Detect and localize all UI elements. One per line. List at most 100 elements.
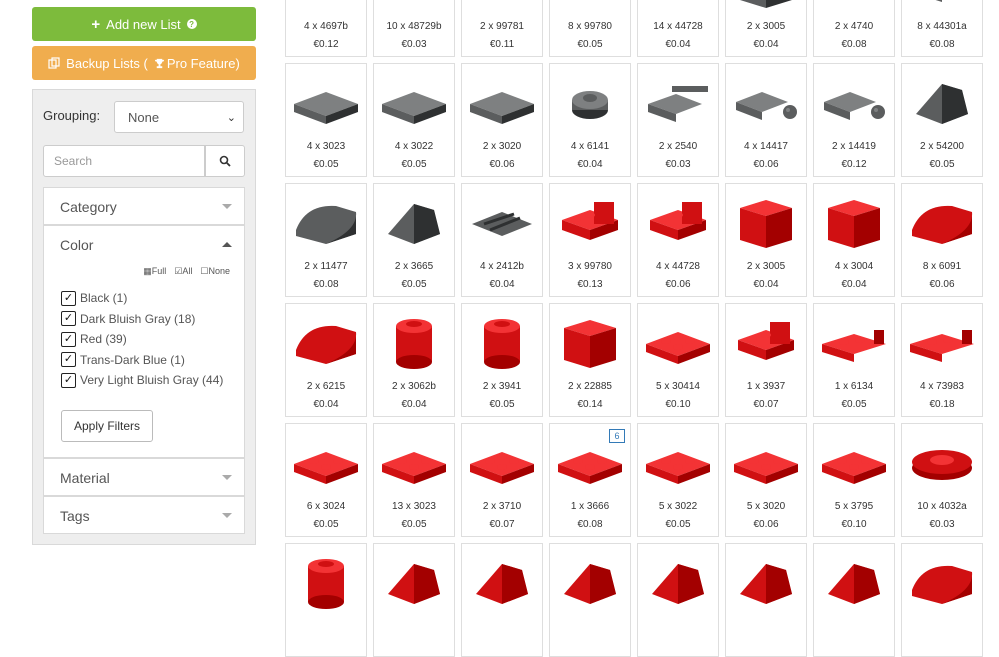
category-facet-header[interactable]: Category (44, 188, 244, 226)
part-card[interactable]: 4 x 6141 €0.04 (549, 63, 631, 177)
part-card[interactable]: 1 x 6134 €0.05 (813, 303, 895, 417)
checkbox[interactable]: ✓ (61, 290, 76, 306)
select-none-label: None (208, 266, 230, 276)
part-card[interactable]: 1 x 3937 €0.07 (725, 303, 807, 417)
tags-facet-header[interactable]: Tags (44, 497, 244, 535)
color-filter-list: ✓ Black (1) ✓ Dark Bluish Gray (18) ✓ Red (… (61, 288, 223, 391)
part-card[interactable]: 2 x 3005 €0.04 (725, 183, 807, 297)
color-option-trans-dark-blue[interactable]: ✓ Trans-Dark Blue (1) (61, 350, 223, 371)
part-quantity: 5 x 30414 (656, 381, 700, 392)
part-card[interactable]: 4 x 3004 €0.04 (813, 183, 895, 297)
part-quantity: 2 x 3005 (746, 21, 786, 32)
part-card[interactable]: 4 x 3023 €0.05 (285, 63, 367, 177)
part-card[interactable]: 4 x 73983 €0.18 (901, 303, 983, 417)
part-card[interactable] (373, 543, 455, 657)
checkbox[interactable]: ✓ (61, 311, 76, 327)
part-quantity: 4 x 3004 (834, 261, 874, 272)
search-input[interactable]: Search (43, 145, 205, 177)
part-card[interactable]: 1 x 3666 €0.08 6 (549, 423, 631, 537)
part-card[interactable]: 2 x 99781 €0.11 (461, 0, 543, 57)
part-card[interactable]: 4 x 44728 €0.06 (637, 183, 719, 297)
grouping-select[interactable]: None ⌄ (114, 101, 244, 133)
part-image (648, 86, 708, 122)
part-card[interactable] (901, 543, 983, 657)
part-price: €0.05 (401, 279, 427, 290)
chevron-down-icon: ⌄ (226, 112, 236, 124)
part-card[interactable] (461, 543, 543, 657)
part-card[interactable]: 4 x 4697b €0.12 (285, 0, 367, 57)
part-image (740, 200, 792, 248)
checkbox[interactable]: ✓ (61, 352, 76, 368)
part-card[interactable] (637, 543, 719, 657)
select-none-button[interactable]: ☐None (200, 266, 230, 277)
part-card[interactable]: 10 x 48729b €0.03 (373, 0, 455, 57)
trophy-icon (154, 58, 164, 68)
select-full-button[interactable]: ▦Full (143, 266, 166, 277)
part-card[interactable]: 5 x 3022 €0.05 (637, 423, 719, 537)
part-card[interactable]: 4 x 2412b €0.04 (461, 183, 543, 297)
part-card[interactable]: 2 x 3941 €0.05 (461, 303, 543, 417)
part-quantity: 2 x 4740 (834, 21, 874, 32)
part-price: €0.05 (313, 519, 339, 530)
part-count-badge: 6 (609, 429, 625, 443)
part-card[interactable]: 5 x 3795 €0.10 (813, 423, 895, 537)
part-quantity: 10 x 48729b (386, 21, 442, 32)
part-card[interactable] (813, 543, 895, 657)
tags-facet[interactable]: Tags (43, 496, 245, 534)
backup-lists-button[interactable]: Backup Lists ( Pro Feature) (32, 46, 256, 80)
part-card[interactable]: 2 x 2540 €0.03 (637, 63, 719, 177)
plus-icon: + (91, 15, 101, 33)
part-card[interactable]: 2 x 4740 €0.08 (813, 0, 895, 57)
part-card[interactable]: 5 x 3020 €0.06 (725, 423, 807, 537)
part-card[interactable]: 10 x 4032a €0.03 (901, 423, 983, 537)
part-card[interactable]: 4 x 14417 €0.06 (725, 63, 807, 177)
part-card[interactable] (725, 543, 807, 657)
add-new-list-button[interactable]: + Add new List ? (32, 7, 256, 41)
part-card[interactable]: 13 x 3023 €0.05 (373, 423, 455, 537)
color-option-red[interactable]: ✓ Red (39) (61, 329, 223, 350)
color-option-very-light-bluish-gray[interactable]: ✓ Very Light Bluish Gray (44) (61, 370, 223, 391)
apply-filters-button[interactable]: Apply Filters (61, 410, 153, 442)
part-card[interactable]: 2 x 6215 €0.04 (285, 303, 367, 417)
part-image (484, 319, 520, 369)
part-card[interactable]: 2 x 3710 €0.07 (461, 423, 543, 537)
part-card[interactable]: 2 x 14419 €0.12 (813, 63, 895, 177)
part-quantity: 5 x 3020 (746, 501, 786, 512)
part-card[interactable]: 2 x 3062b €0.04 (373, 303, 455, 417)
material-facet-header[interactable]: Material (44, 459, 244, 497)
part-card[interactable]: 8 x 99780 €0.05 (549, 0, 631, 57)
part-image (736, 92, 797, 120)
part-card[interactable]: 2 x 11477 €0.08 (285, 183, 367, 297)
material-facet[interactable]: Material (43, 458, 245, 496)
part-image (822, 330, 886, 362)
part-image (294, 452, 358, 484)
part-card[interactable]: 3 x 99780 €0.13 (549, 183, 631, 297)
category-facet[interactable]: Category (43, 187, 245, 225)
color-facet-label: Color (60, 237, 94, 253)
part-card[interactable]: 2 x 22885 €0.14 (549, 303, 631, 417)
color-select-tools: ▦Full ☑All ☐None (143, 266, 230, 277)
part-card[interactable]: 2 x 3005 €0.04 (725, 0, 807, 57)
part-card[interactable]: 2 x 54200 €0.05 (901, 63, 983, 177)
checkbox[interactable]: ✓ (61, 331, 76, 347)
search-button[interactable] (205, 145, 245, 177)
color-option-black[interactable]: ✓ Black (1) (61, 288, 223, 309)
part-card[interactable]: 8 x 6091 €0.06 (901, 183, 983, 297)
color-option-dark-bluish-gray[interactable]: ✓ Dark Bluish Gray (18) (61, 309, 223, 330)
add-new-list-label: Add new List (106, 16, 181, 32)
part-card[interactable]: 14 x 44728 €0.04 (637, 0, 719, 57)
part-card[interactable]: 2 x 3665 €0.05 (373, 183, 455, 297)
part-image (470, 452, 534, 484)
color-facet-header[interactable]: Color (44, 226, 244, 264)
part-card[interactable]: 8 x 44301a €0.08 (901, 0, 983, 57)
part-card[interactable] (549, 543, 631, 657)
part-price: €0.04 (489, 279, 515, 290)
part-card[interactable]: 2 x 3020 €0.06 (461, 63, 543, 177)
part-image (286, 0, 366, 14)
part-card[interactable]: 6 x 3024 €0.05 (285, 423, 367, 537)
part-card[interactable]: 4 x 3022 €0.05 (373, 63, 455, 177)
checkbox[interactable]: ✓ (61, 372, 76, 388)
part-card[interactable] (285, 543, 367, 657)
part-card[interactable]: 5 x 30414 €0.10 (637, 303, 719, 417)
select-all-button[interactable]: ☑All (174, 266, 192, 277)
